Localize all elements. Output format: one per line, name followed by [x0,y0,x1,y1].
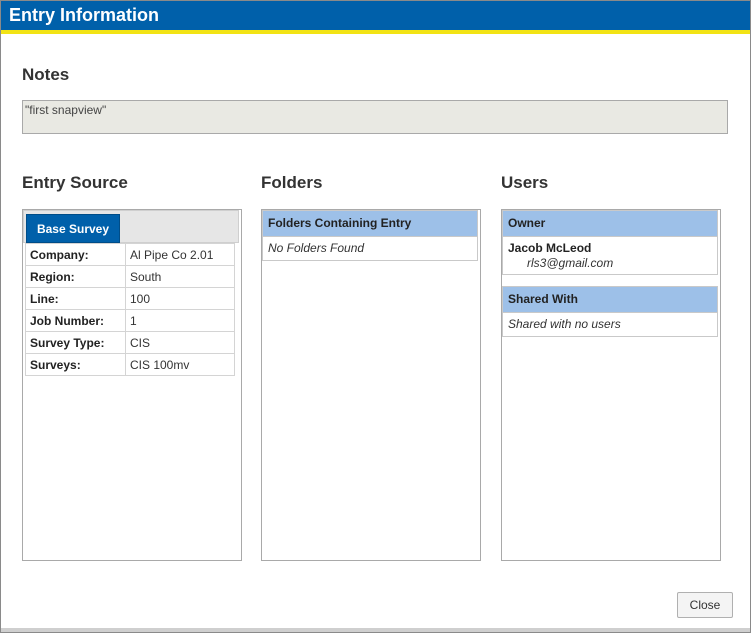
table-row: Region: South [25,265,235,288]
row-value: Al Pipe Co 2.01 [125,243,235,266]
table-row: Survey Type: CIS [25,331,235,354]
row-value: CIS [125,331,235,354]
shared-with-header: Shared With [502,286,718,313]
entry-source-panel: Base Survey Company: Al Pipe Co 2.01 Reg… [22,209,242,561]
owner-name: Jacob McLeod [508,241,592,255]
notes-field[interactable]: "first snapview" [22,100,728,134]
close-button[interactable]: Close [677,592,733,618]
source-tabstrip: Base Survey [23,210,239,243]
dialog-title: Entry Information [9,5,160,25]
row-value: 1 [125,309,235,332]
users-panel: Owner Jacob McLeod rls3@gmail.com Shared… [501,209,721,561]
table-row: Line: 100 [25,287,235,310]
row-label: Surveys: [25,353,126,376]
entry-information-dialog: Entry Information Notes "first snapview"… [0,0,751,633]
entry-source-heading: Entry Source [22,173,128,192]
owner-header: Owner [502,210,718,237]
title-bar: Entry Information [1,1,750,34]
folders-empty-message: No Folders Found [262,237,478,261]
tab-base-survey[interactable]: Base Survey [26,214,120,243]
table-row: Company: Al Pipe Co 2.01 [25,243,235,266]
entry-source-table: Company: Al Pipe Co 2.01 Region: South L… [25,243,235,376]
row-value: South [125,265,235,288]
folders-heading: Folders [261,173,323,192]
row-value: 100 [125,287,235,310]
folders-table-header: Folders Containing Entry [262,210,478,237]
row-label: Line: [25,287,126,310]
row-label: Job Number: [25,309,126,332]
row-label: Company: [25,243,126,266]
notes-heading: Notes [22,65,70,84]
folders-panel: Folders Containing Entry No Folders Foun… [261,209,481,561]
shared-empty-message: Shared with no users [502,313,718,337]
row-value: CIS 100mv [125,353,235,376]
table-row: Job Number: 1 [25,309,235,332]
owner-email: rls3@gmail.com [527,256,614,270]
owner-row: Jacob McLeod rls3@gmail.com [502,237,718,275]
notes-text: "first snapview" [25,103,107,117]
users-heading: Users [501,173,549,192]
table-row: Surveys: CIS 100mv [25,353,235,376]
bottom-divider [1,628,750,632]
row-label: Survey Type: [25,331,126,354]
row-label: Region: [25,265,126,288]
